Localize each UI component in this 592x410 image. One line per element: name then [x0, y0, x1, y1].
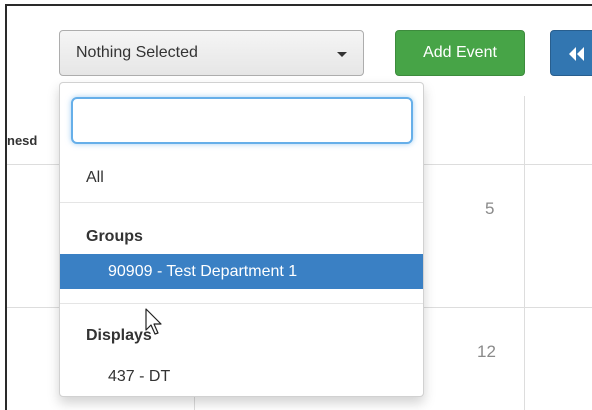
day-header-wednesday: nesd — [7, 133, 38, 148]
caret-down-icon — [337, 52, 347, 57]
mouse-cursor-icon — [145, 308, 162, 335]
dropdown-divider — [60, 202, 423, 203]
filter-dropdown-menu: All Groups 90909 - Test Department 1 Dis… — [59, 82, 424, 397]
previous-button[interactable] — [550, 30, 592, 76]
dropdown-search-input[interactable] — [71, 97, 413, 144]
add-event-button[interactable]: Add Event — [395, 30, 525, 76]
day-number[interactable]: 12 — [477, 342, 496, 362]
calendar-window: nesd 5 12 Nothing Selected Add Event All… — [5, 4, 592, 410]
dropdown-item-group-selected[interactable]: 90909 - Test Department 1 — [60, 254, 423, 289]
calendar-column-divider — [524, 96, 525, 410]
double-chevron-left-icon — [569, 47, 584, 61]
filter-select-label: Nothing Selected — [76, 44, 198, 61]
dropdown-item-display[interactable]: 437 - DT — [60, 363, 423, 391]
displays-header: Displays — [86, 327, 152, 344]
filter-select-button[interactable]: Nothing Selected — [59, 30, 364, 76]
groups-header: Groups — [86, 228, 143, 245]
dropdown-item-all[interactable]: All — [60, 163, 423, 193]
dropdown-divider — [60, 303, 423, 304]
day-number[interactable]: 5 — [485, 199, 494, 219]
